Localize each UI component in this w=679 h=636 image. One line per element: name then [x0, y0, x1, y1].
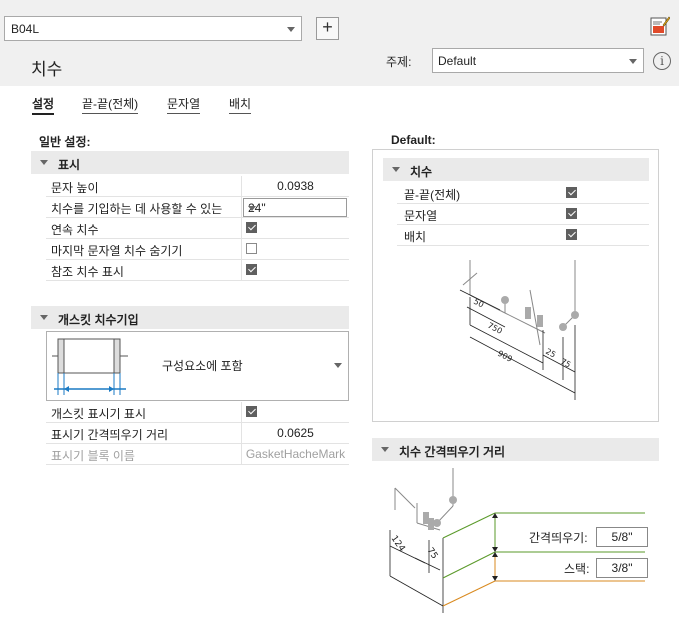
property-row: 표시기 간격띄우기 거리 0.0625	[46, 423, 349, 444]
subject-select-value: Default	[438, 54, 477, 68]
subject-select[interactable]: Default	[432, 48, 644, 73]
subject-label: 주제:	[386, 55, 412, 69]
spacing-offset-input[interactable]: 5/8"	[596, 527, 648, 547]
stack-input[interactable]: 3/8"	[596, 558, 648, 578]
marker-offset-value[interactable]: 0.0625	[242, 426, 349, 440]
chevron-down-icon	[334, 363, 342, 368]
chevron-down-icon	[287, 27, 295, 32]
gasket-group-label: 개스킷 치수기입	[58, 313, 139, 327]
default-group-header[interactable]: 치수	[383, 158, 649, 181]
diagram-label: 909	[496, 349, 514, 364]
property-row: 개스킷 표시기 표시	[46, 402, 349, 423]
hide-last-string-checkbox[interactable]	[246, 243, 257, 254]
default-heading: Default:	[391, 133, 436, 147]
show-gasket-marker-checkbox[interactable]	[246, 406, 257, 417]
show-reference-checkbox[interactable]	[246, 264, 257, 275]
continuous-dimension-checkbox[interactable]	[246, 222, 257, 233]
available-size-select[interactable]: 24"	[243, 198, 347, 217]
diagram-label: 124	[389, 534, 407, 554]
property-name: 치수를 기입하는 데 사용할 수 있는	[51, 202, 223, 216]
diagram-label: 75	[425, 546, 440, 561]
display-group-label: 표시	[58, 158, 81, 172]
spacing-group-header[interactable]: 치수 간격띄우기 거리	[372, 438, 659, 461]
stack-label: 스택:	[564, 562, 590, 576]
default-item-label: 배치	[404, 230, 427, 244]
tab-end-to-end[interactable]: 끝-끝(전체)	[82, 95, 139, 114]
chevron-down-icon	[248, 206, 256, 211]
spacing-group-label: 치수 간격띄우기 거리	[399, 445, 506, 459]
style-select-value: B04L	[11, 22, 40, 36]
gasket-group-header[interactable]: 개스킷 치수기입	[31, 306, 349, 329]
edit-document-icon[interactable]	[650, 16, 670, 37]
property-name: 마지막 문자열 치수 숨기기	[51, 244, 183, 258]
property-name: 연속 치수	[51, 223, 99, 237]
collapse-icon	[40, 160, 48, 165]
diagram-label: 25	[544, 347, 557, 360]
default-group-label: 치수	[410, 165, 433, 179]
gasket-option-select[interactable]: 구성요소에 포함	[46, 331, 349, 401]
style-select[interactable]: B04L	[4, 16, 302, 41]
add-style-button[interactable]: +	[316, 17, 339, 40]
chevron-down-icon	[629, 59, 637, 64]
page-title: 치수	[31, 60, 63, 79]
diagram-label: 75	[559, 357, 572, 370]
diagram-label: 50	[472, 297, 485, 310]
property-name: 개스킷 표시기 표시	[51, 407, 146, 421]
list-item: 문자열	[397, 204, 649, 225]
default-item-label: 문자열	[404, 209, 438, 223]
property-name: 참조 치수 표시	[51, 265, 124, 279]
dimension-preview-diagram: 50 750 909 25 75	[459, 260, 579, 400]
spacing-offset-label: 간격띄우기:	[529, 531, 588, 545]
tab-string[interactable]: 문자열	[167, 95, 201, 114]
default-string-checkbox[interactable]	[566, 208, 577, 219]
property-name: 문자 높이	[51, 181, 99, 195]
property-name: 표시기 간격띄우기 거리	[51, 428, 169, 442]
gasket-option-value: 구성요소에 포함	[162, 359, 243, 373]
tab-placement[interactable]: 배치	[229, 95, 252, 114]
display-group-header[interactable]: 표시	[31, 151, 349, 174]
property-row: 참조 치수 표시	[46, 260, 349, 281]
property-row: 문자 높이 0.0938	[46, 176, 349, 197]
property-name: 표시기 블록 이름	[51, 449, 135, 463]
collapse-icon	[40, 315, 48, 320]
default-placement-checkbox[interactable]	[566, 229, 577, 240]
list-item: 끝-끝(전체)	[397, 183, 649, 204]
general-settings-heading: 일반 설정:	[39, 135, 91, 149]
collapse-icon	[392, 167, 400, 172]
gasket-diagram	[52, 338, 128, 395]
collapse-icon	[381, 447, 389, 452]
header-area: B04L + 치수 주제: Default i	[0, 0, 679, 86]
property-row: 마지막 문자열 치수 숨기기	[46, 239, 349, 260]
info-icon[interactable]: i	[653, 52, 671, 70]
property-row: 연속 치수	[46, 218, 349, 239]
default-item-label: 끝-끝(전체)	[404, 188, 461, 202]
marker-block-name-value: GasketHacheMark	[245, 447, 346, 461]
text-height-value[interactable]: 0.0938	[242, 179, 349, 193]
default-end-to-end-checkbox[interactable]	[566, 187, 577, 198]
property-row: 표시기 블록 이름 GasketHacheMark	[46, 444, 349, 465]
tab-settings[interactable]: 설정	[32, 95, 55, 115]
property-row: 치수를 기입하는 데 사용할 수 있는 24"	[46, 197, 349, 218]
list-item: 배치	[397, 225, 649, 246]
diagram-label: 750	[486, 321, 504, 336]
